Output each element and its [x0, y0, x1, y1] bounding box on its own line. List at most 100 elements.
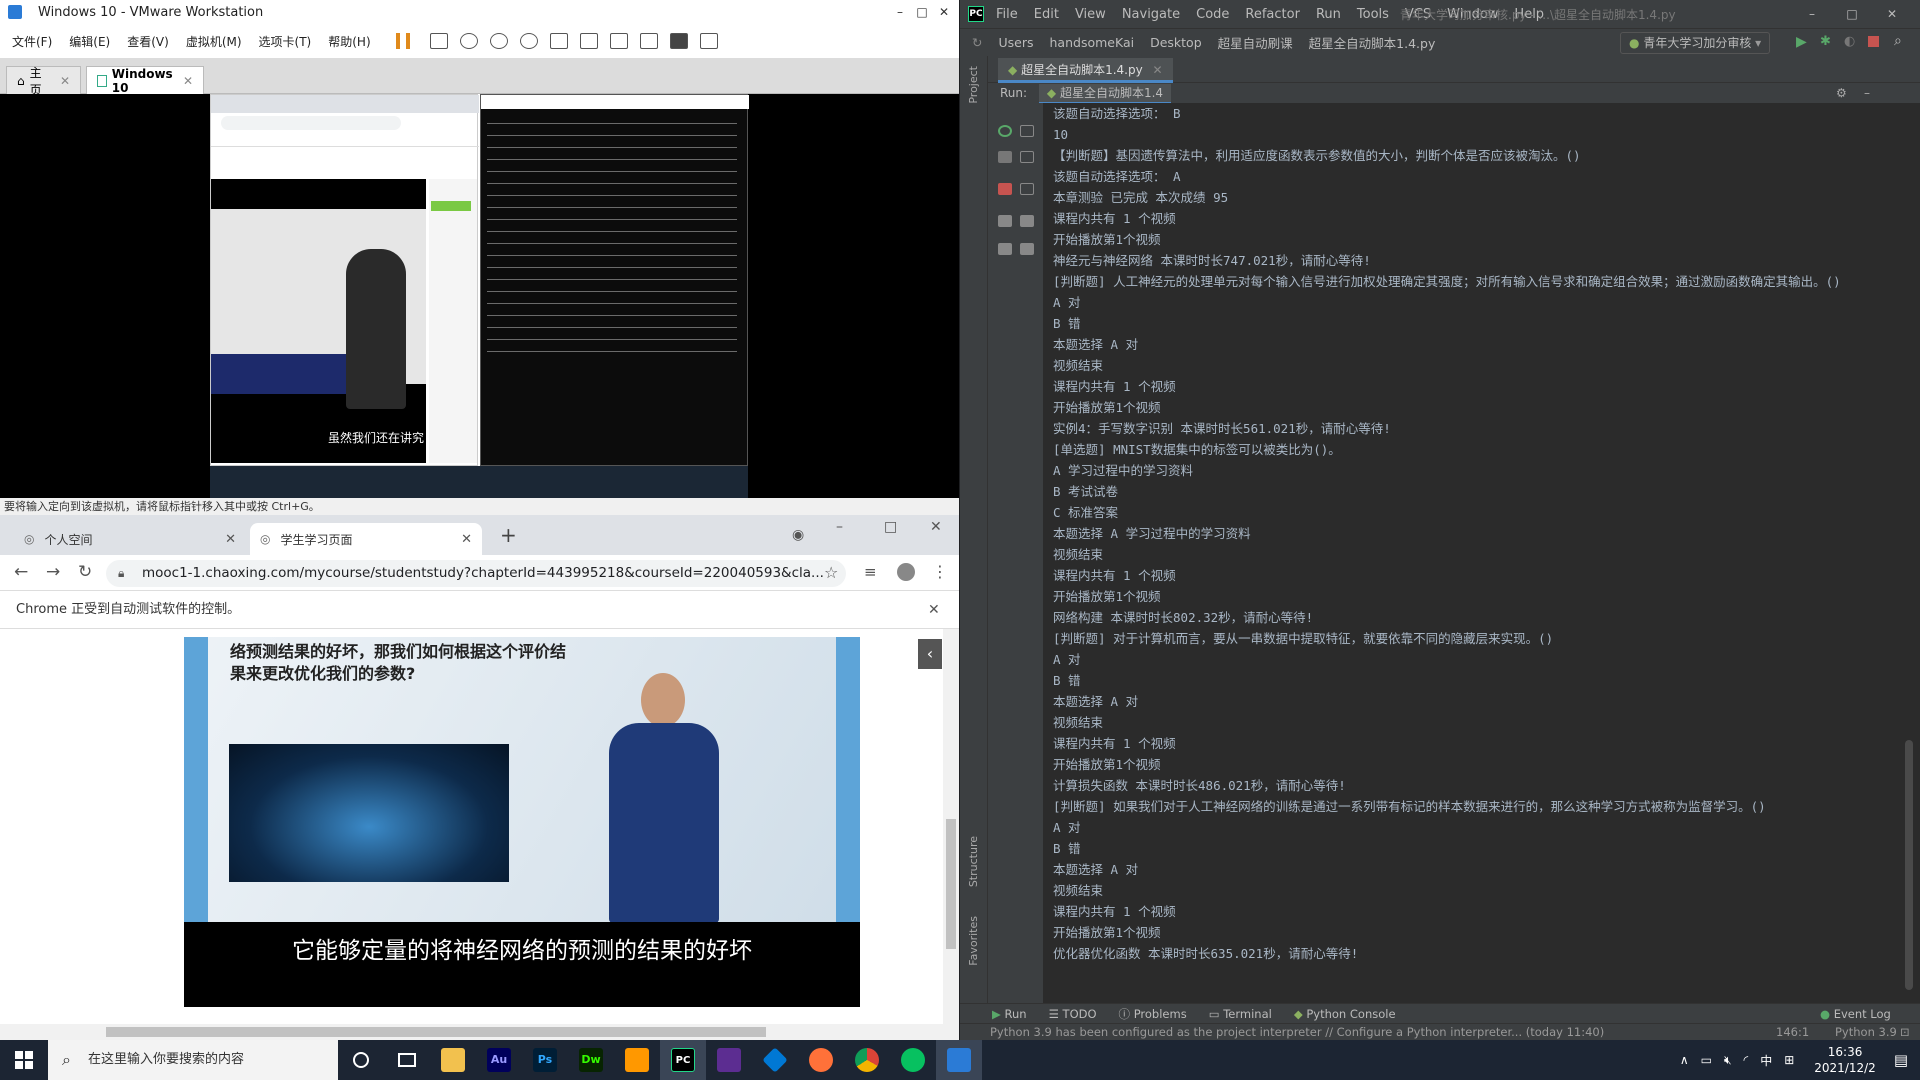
- menu-run[interactable]: Run: [1316, 7, 1341, 22]
- scroll-down-icon[interactable]: [1020, 151, 1034, 163]
- pin-icon[interactable]: [998, 243, 1012, 255]
- console-view-icon[interactable]: [669, 33, 688, 49]
- minimize-icon[interactable]: –: [836, 519, 843, 535]
- task-view-icon[interactable]: [384, 1040, 430, 1080]
- lock-icon[interactable]: ⊡: [1900, 1024, 1910, 1040]
- tab-personal-space[interactable]: ◎ 个人空间 ✕: [14, 523, 246, 555]
- unity-icon[interactable]: [639, 33, 658, 49]
- breadcrumb-user[interactable]: handsomeKai: [1050, 35, 1135, 50]
- maximize-icon[interactable]: □: [884, 519, 897, 535]
- vertical-scrollbar[interactable]: [943, 629, 959, 1040]
- breadcrumb-file[interactable]: 超星全自动脚本1.4.py: [1309, 33, 1436, 52]
- rerun-icon[interactable]: [998, 125, 1012, 137]
- breadcrumb-users[interactable]: Users: [998, 35, 1033, 50]
- soft-wrap-icon[interactable]: [1020, 183, 1034, 195]
- collapse-sidebar-button[interactable]: ‹: [918, 639, 942, 669]
- photoshop-icon[interactable]: Ps: [522, 1040, 568, 1080]
- console-scrollbar[interactable]: [1905, 740, 1913, 990]
- stop-icon[interactable]: [998, 183, 1012, 195]
- menu-file[interactable]: File: [996, 7, 1018, 22]
- menu-edit[interactable]: Edit: [1034, 7, 1059, 22]
- maximize-icon[interactable]: □: [1832, 2, 1872, 26]
- close-icon[interactable]: ✕: [183, 74, 193, 88]
- close-icon[interactable]: ✕: [60, 74, 70, 88]
- keyboard-layout-icon[interactable]: ⊞: [1784, 1053, 1794, 1067]
- back-icon[interactable]: ←: [14, 562, 28, 582]
- tab-home[interactable]: ⌂ 主页 ✕: [6, 66, 81, 97]
- favorites-tool-tab[interactable]: Favorites: [967, 916, 980, 966]
- thumbnail-icon[interactable]: [579, 33, 598, 49]
- pause-icon[interactable]: [395, 33, 410, 49]
- editor-tab-script[interactable]: ◆ 超星全自动脚本1.4.py ✕: [998, 58, 1173, 83]
- stretch-icon[interactable]: [699, 33, 718, 49]
- menu-refactor[interactable]: Refactor: [1245, 7, 1300, 22]
- firefox-icon[interactable]: [798, 1040, 844, 1080]
- close-icon[interactable]: ✕: [1153, 63, 1163, 77]
- pycharm-taskbar-icon[interactable]: PC: [660, 1040, 706, 1080]
- refresh-icon[interactable]: ↻: [972, 35, 982, 50]
- coverage-icon[interactable]: ◐: [1844, 34, 1855, 49]
- menu-navigate[interactable]: Navigate: [1122, 7, 1180, 22]
- trash-icon[interactable]: [1020, 243, 1034, 255]
- taskbar-search-box[interactable]: ⌕ 在这里输入你要搜索的内容: [48, 1040, 338, 1080]
- print-icon[interactable]: [1020, 215, 1034, 227]
- wechat-icon[interactable]: [890, 1040, 936, 1080]
- run-tab[interactable]: ◆ 超星全自动脚本1.4: [1038, 84, 1172, 104]
- debug-icon[interactable]: ✱: [1820, 34, 1831, 49]
- guest-desktop[interactable]: 虽然我们还在讲究: [210, 94, 749, 498]
- menu-tools[interactable]: Tools: [1357, 7, 1389, 22]
- minimize-icon[interactable]: –: [1792, 2, 1832, 26]
- notification-icon[interactable]: ▤: [1894, 1051, 1908, 1069]
- breadcrumb-desktop[interactable]: Desktop: [1150, 35, 1202, 50]
- volume-mute-icon[interactable]: 🔇︎: [1724, 1053, 1732, 1068]
- jetbrains-icon[interactable]: [706, 1040, 752, 1080]
- menu-code[interactable]: Code: [1196, 7, 1229, 22]
- structure-tool-tab[interactable]: Structure: [967, 836, 980, 887]
- layout-icon[interactable]: [998, 215, 1012, 227]
- menu-tabs[interactable]: 选项卡(T): [259, 33, 312, 50]
- battery-icon[interactable]: ▭: [1701, 1053, 1712, 1067]
- maximize-icon[interactable]: □: [911, 0, 933, 24]
- close-icon[interactable]: ✕: [933, 0, 955, 24]
- tab-student-study[interactable]: ◎ 学生学习页面 ✕: [250, 523, 482, 555]
- scroll-up-icon[interactable]: [1020, 125, 1034, 137]
- hide-panel-icon[interactable]: –: [1864, 83, 1870, 103]
- fullscreen-icon[interactable]: [609, 33, 628, 49]
- start-button[interactable]: [0, 1040, 48, 1080]
- revert-snapshot-icon[interactable]: [489, 33, 508, 49]
- chevron-up-icon[interactable]: ∧: [1680, 1053, 1689, 1067]
- audition-icon[interactable]: Au: [476, 1040, 522, 1080]
- profile-avatar[interactable]: [897, 563, 915, 581]
- vmware-taskbar-icon[interactable]: [936, 1040, 982, 1080]
- project-tool-tab[interactable]: Project: [967, 66, 980, 104]
- dreamweaver-icon[interactable]: Dw: [568, 1040, 614, 1080]
- caret-position[interactable]: 146:1: [1776, 1024, 1809, 1040]
- close-icon[interactable]: ✕: [461, 532, 472, 547]
- address-bar[interactable]: 🔒︎ mooc1-1.chaoxing.com/mycourse/student…: [106, 560, 846, 587]
- close-icon[interactable]: ✕: [928, 591, 940, 629]
- media-control-icon[interactable]: ≡: [864, 563, 877, 581]
- wrench-icon[interactable]: [998, 151, 1012, 163]
- menu-help[interactable]: 帮助(H): [328, 33, 370, 50]
- send-ctrl-alt-del-icon[interactable]: [429, 33, 448, 49]
- chrome-icon[interactable]: [844, 1040, 890, 1080]
- bottom-tab-python-console[interactable]: ◆ Python Console: [1294, 1007, 1396, 1021]
- sublime-icon[interactable]: [614, 1040, 660, 1080]
- run-console-output[interactable]: 该题自动选择选项： B 10 【判断题】基因遗传算法中，利用适应度函数表示参数值的大…: [1043, 103, 1920, 1013]
- search-icon[interactable]: ⌕: [1894, 33, 1902, 49]
- reload-icon[interactable]: ↻: [78, 562, 92, 582]
- close-icon[interactable]: ✕: [1872, 2, 1912, 26]
- snapshot-icon[interactable]: [459, 33, 478, 49]
- scrollbar-thumb[interactable]: [946, 819, 956, 949]
- new-tab-button[interactable]: +: [500, 523, 517, 547]
- event-log-tab[interactable]: ● Event Log: [1820, 1007, 1891, 1021]
- video-player[interactable]: 络预测结果的好坏，那我们如何根据这个评价结果来更改优化我们的参数? 它能够定量的…: [184, 637, 860, 1007]
- stop-icon[interactable]: [1868, 36, 1879, 47]
- bottom-tab-terminal[interactable]: ▭ Terminal: [1209, 1007, 1272, 1021]
- close-icon[interactable]: ✕: [225, 532, 236, 547]
- forward-icon[interactable]: →: [46, 562, 60, 582]
- tab-search-icon[interactable]: ◉: [792, 527, 804, 543]
- cortana-icon[interactable]: [338, 1040, 384, 1080]
- snapshot-manager-icon[interactable]: [519, 33, 538, 49]
- library-icon[interactable]: [549, 33, 568, 49]
